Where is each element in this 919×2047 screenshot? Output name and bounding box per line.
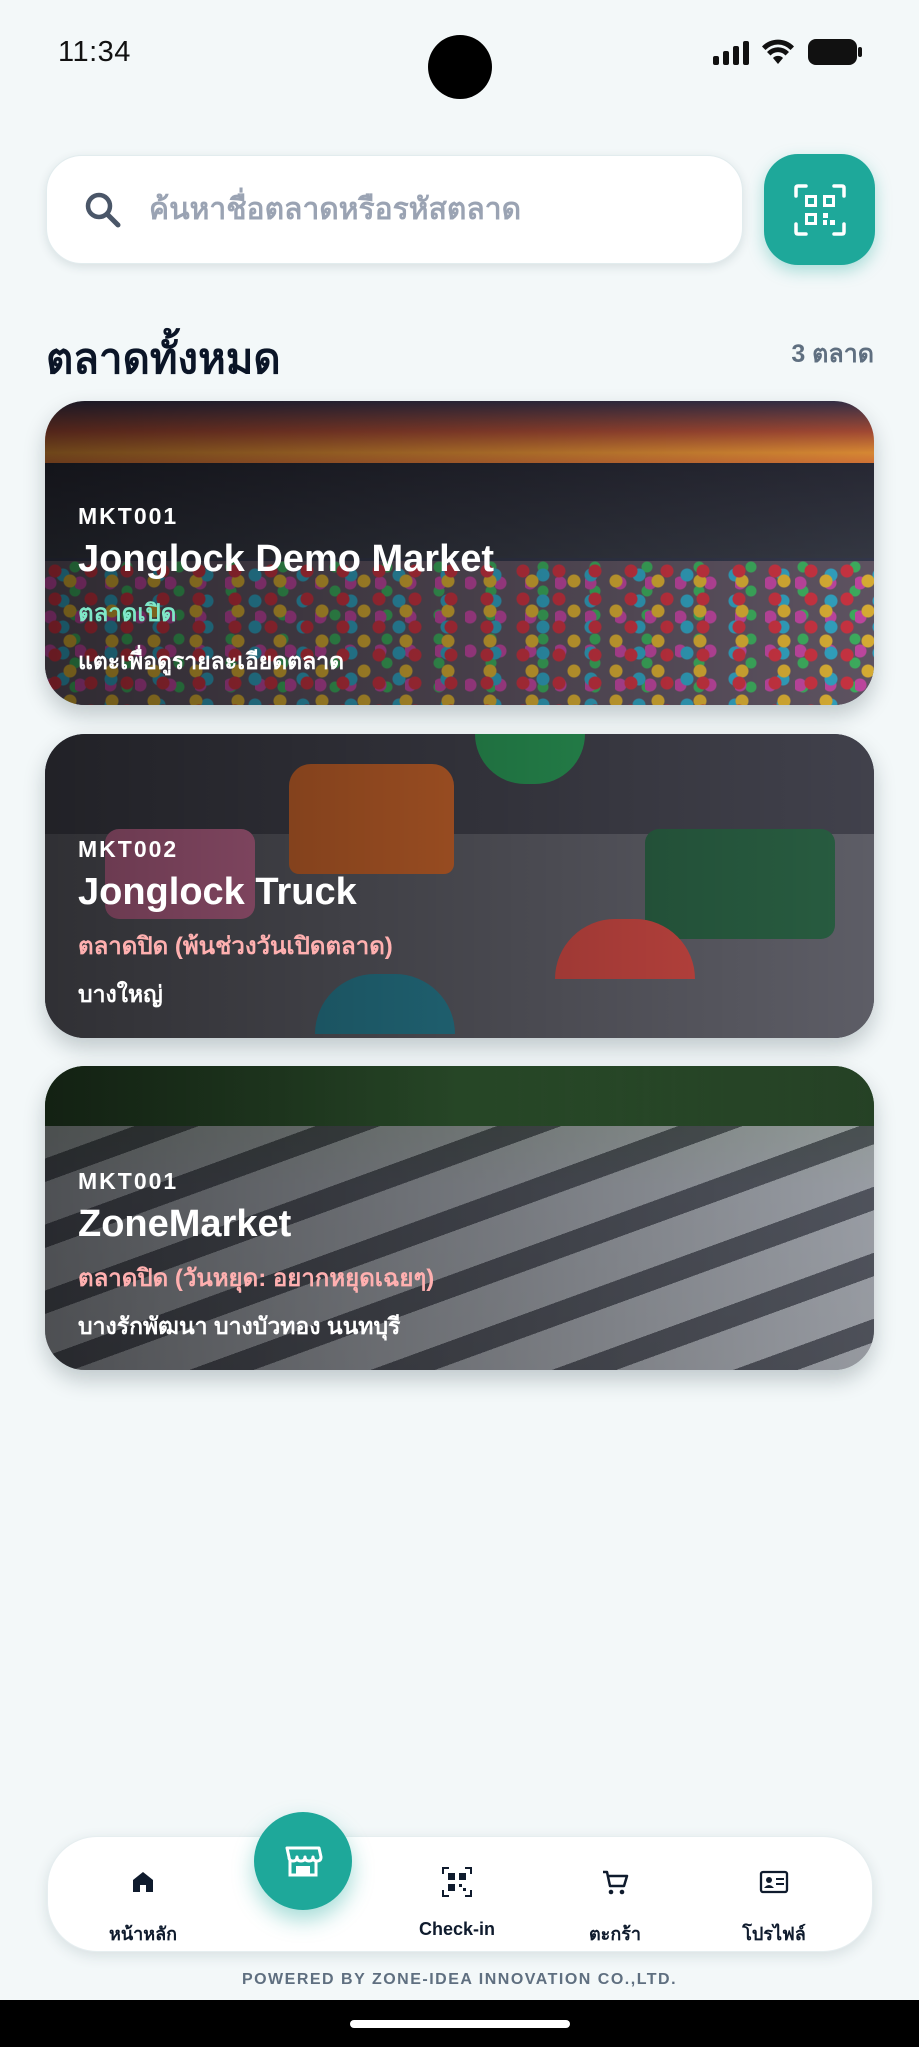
market-card[interactable]: MKT001 ZoneMarket ตลาดปิด (วันหยุด: อยาก…: [45, 1066, 874, 1370]
wifi-icon: [762, 39, 794, 64]
market-status: ตลาดเปิด: [78, 600, 177, 627]
qr-icon: [442, 1867, 472, 1897]
nav-checkin-label: Check-in: [418, 1919, 496, 1939]
home-indicator[interactable]: [350, 2020, 570, 2028]
market-subtitle: แตะเพื่อดูรายละเอียดตลาด: [78, 648, 345, 674]
search-input[interactable]: ค้นหาชื่อตลาดหรือรหัสตลาด: [46, 155, 743, 264]
market-name: Jonglock Demo Market: [78, 538, 494, 580]
nav-profile-label: โปรไฟล์: [742, 1924, 806, 1944]
market-code: MKT001: [78, 503, 179, 529]
bottom-nav: หน้าหลัก Check-in ตะกร้า โปรไฟล์: [47, 1836, 873, 1952]
status-icons: [713, 38, 863, 66]
profile-card-icon: [759, 1870, 789, 1894]
search-placeholder: ค้นหาชื่อตลาดหรือรหัสตลาด: [149, 193, 522, 226]
signal-icon: [713, 39, 749, 65]
qr-scan-button[interactable]: [764, 154, 875, 265]
market-subtitle: บางรักพัฒนา บางบัวทอง นนทบุรี: [78, 1313, 401, 1339]
nav-market-button[interactable]: [254, 1812, 352, 1910]
market-name: ZoneMarket: [78, 1203, 292, 1245]
camera-notch: [428, 35, 492, 99]
market-status: ตลาดปิด (วันหยุด: อยากหยุดเฉยๆ): [78, 1265, 435, 1292]
market-name: Jonglock Truck: [78, 871, 357, 913]
market-subtitle: บางใหญ่: [78, 981, 163, 1007]
nav-cart-label: ตะกร้า: [588, 1924, 642, 1944]
qr-scan-icon: [793, 183, 846, 236]
nav-home-label: หน้าหลัก: [108, 1924, 178, 1944]
market-code: MKT002: [78, 836, 179, 862]
status-time: 11:34: [58, 36, 131, 68]
market-code: MKT001: [78, 1168, 179, 1194]
search-icon: [85, 192, 121, 227]
market-card[interactable]: MKT001 Jonglock Demo Market ตลาดเปิด แตะ…: [45, 401, 874, 705]
market-card[interactable]: MKT002 Jonglock Truck ตลาดปิด (พ้นช่วงวั…: [45, 734, 874, 1038]
nav-profile[interactable]: โปรไฟล์: [731, 1837, 817, 1953]
powered-by-footer: POWERED BY ZONE-IDEA INNOVATION CO.,LTD.: [241, 1971, 678, 1988]
cart-icon: [603, 1870, 629, 1895]
nav-cart[interactable]: ตะกร้า: [572, 1837, 658, 1953]
battery-icon: [808, 39, 862, 65]
nav-checkin[interactable]: Check-in: [414, 1837, 500, 1953]
market-count: 3 ตลาด: [791, 340, 874, 368]
status-bar: 11:34: [0, 0, 919, 110]
nav-home[interactable]: หน้าหลัก: [100, 1837, 186, 1953]
home-icon: [133, 1872, 153, 1892]
market-status: ตลาดปิด (พ้นช่วงวันเปิดตลาด): [78, 933, 393, 960]
store-icon: [285, 1846, 323, 1877]
section-title: ตลาดทั้งหมด: [46, 335, 281, 382]
